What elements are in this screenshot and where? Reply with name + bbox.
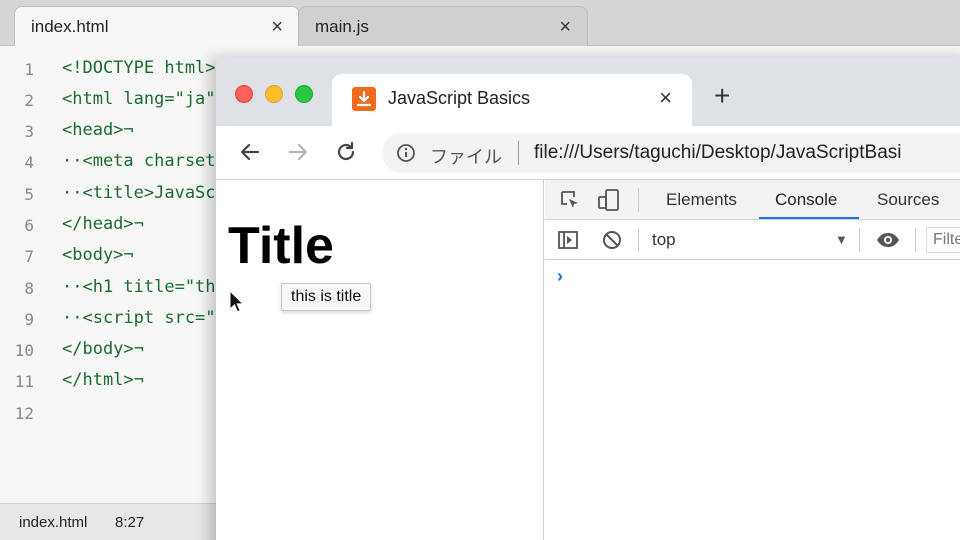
back-arrow-icon[interactable] [238, 140, 262, 169]
code-line: ··<title>JavaSc [62, 183, 216, 203]
devtools-divider [638, 228, 639, 252]
page-heading: Title [228, 217, 334, 275]
sidebar-toggle-icon[interactable] [557, 229, 579, 256]
info-icon[interactable] [396, 143, 416, 168]
line-number: 5 [24, 185, 34, 204]
devtools-divider [915, 228, 916, 252]
editor-tab-label: index.html [31, 17, 109, 36]
device-toggle-icon[interactable] [597, 188, 621, 217]
close-window-button[interactable] [235, 85, 253, 103]
code-line: <head>¬ [62, 120, 134, 140]
line-number: 3 [24, 122, 34, 141]
close-icon[interactable]: × [659, 85, 672, 111]
console-prompt[interactable]: › [557, 266, 563, 287]
console-filter-input[interactable]: Filter [926, 227, 960, 253]
url-text[interactable]: file:///Users/taguchi/Desktop/JavaScript… [534, 142, 902, 164]
context-selector[interactable]: top [652, 230, 676, 250]
editor-tab-main-js[interactable]: main.js × [298, 6, 588, 46]
address-bar[interactable]: ファイル file:///Users/taguchi/Desktop/JavaS… [382, 133, 960, 173]
line-number: 12 [14, 404, 34, 423]
line-number: 2 [24, 91, 34, 110]
console-toolbar: top ▼ Filter [545, 220, 960, 260]
code-line: <html lang="ja" [62, 89, 216, 109]
browser-tab-title: JavaScript Basics [388, 88, 531, 108]
line-number: 9 [24, 310, 34, 329]
line-number: 11 [14, 372, 34, 391]
mouse-cursor-icon [229, 289, 245, 319]
line-number: 8 [24, 279, 34, 298]
tab-console[interactable]: Console [775, 190, 837, 210]
code-line: </body>¬ [62, 339, 144, 359]
editor-tab-index-html[interactable]: index.html × [14, 6, 300, 46]
minimize-window-button[interactable] [265, 85, 283, 103]
code-line: ··<h1 title="th [62, 277, 216, 297]
line-number: 1 [24, 60, 34, 79]
devtools-panel: Elements Console Sources top ▼ Filt › [545, 180, 960, 540]
code-line: </head>¬ [62, 214, 144, 234]
inspect-element-icon[interactable] [559, 189, 581, 216]
devtools-tab-bar: Elements Console Sources [545, 180, 960, 220]
address-divider [518, 141, 519, 165]
line-number: 6 [24, 216, 34, 235]
new-tab-button[interactable]: + [714, 82, 730, 110]
editor-tab-bar: index.html × main.js × [0, 0, 960, 46]
browser-window: JavaScript Basics × + ファイル file:///Users… [216, 58, 960, 540]
download-favicon-icon [352, 87, 376, 111]
title-tooltip: this is title [281, 283, 372, 311]
browser-tab[interactable]: JavaScript Basics × [332, 74, 692, 126]
screen: index.html × main.js × 1 2 3 4 5 6 7 8 9… [0, 0, 960, 540]
devtools-divider [859, 228, 860, 252]
eye-icon[interactable] [875, 229, 901, 256]
scheme-label: ファイル [430, 147, 502, 167]
page-viewport: Title this is title [216, 180, 544, 540]
code-line: <!DOCTYPE html> [62, 58, 216, 78]
tab-sources[interactable]: Sources [877, 190, 939, 210]
devtools-divider [638, 188, 639, 212]
line-number: 7 [24, 247, 34, 266]
zoom-window-button[interactable] [295, 85, 313, 103]
code-line: ··<script src=" [62, 308, 216, 328]
reload-icon[interactable] [334, 140, 358, 169]
tab-elements[interactable]: Elements [666, 190, 737, 210]
code-line: </html>¬ [62, 370, 144, 390]
code-line: ··<meta charset [62, 151, 216, 171]
editor-tab-label: main.js [315, 17, 369, 36]
browser-tab-strip: JavaScript Basics × + [216, 58, 960, 126]
forward-arrow-icon[interactable] [286, 140, 310, 169]
line-number: 10 [14, 341, 34, 360]
chevron-down-icon[interactable]: ▼ [835, 232, 848, 247]
close-icon[interactable]: × [271, 16, 283, 39]
code-line: <body>¬ [62, 245, 134, 265]
status-filename[interactable]: index.html [19, 514, 87, 531]
status-cursor-position[interactable]: 8:27 [115, 514, 144, 531]
line-number: 4 [24, 153, 34, 172]
active-tab-indicator [759, 217, 859, 219]
clear-console-icon[interactable] [601, 229, 623, 256]
browser-toolbar: ファイル file:///Users/taguchi/Desktop/JavaS… [216, 126, 960, 180]
close-icon[interactable]: × [559, 16, 571, 39]
